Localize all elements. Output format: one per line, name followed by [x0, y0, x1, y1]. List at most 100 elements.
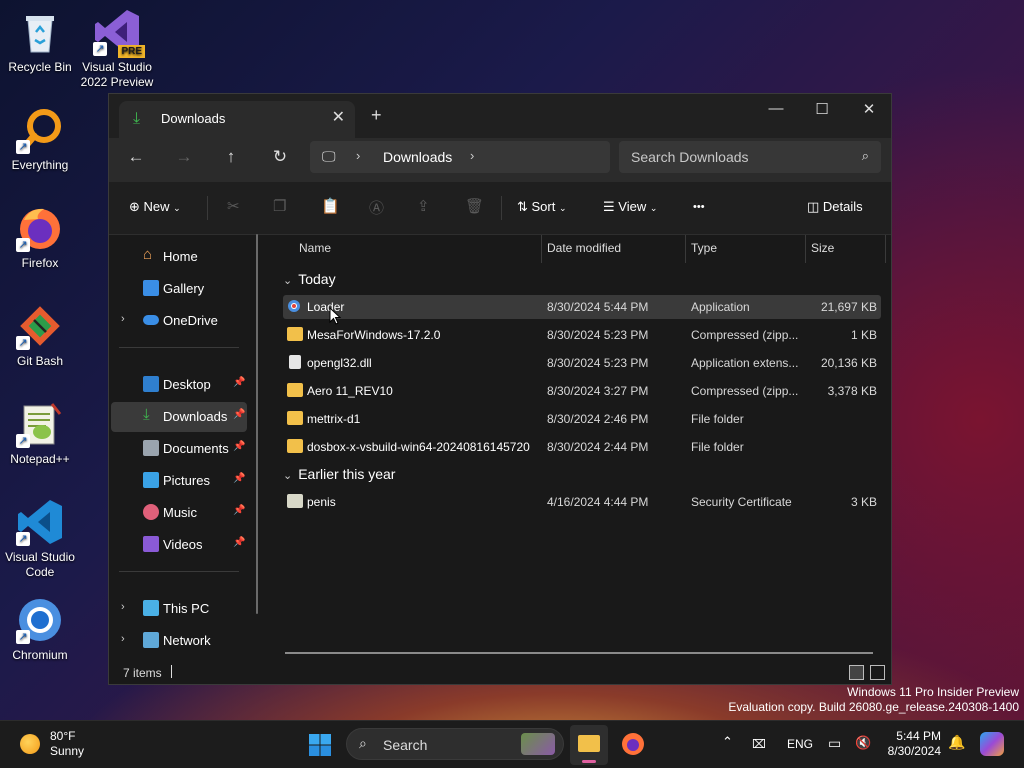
- nav-pane-scrollbar[interactable]: [256, 234, 258, 614]
- copilot-icon[interactable]: [980, 732, 1004, 756]
- desktop-icon-visual-studio-2022[interactable]: PRE ↗ Visual Studio 2022 Preview: [77, 8, 157, 90]
- nav-item-videos[interactable]: Videos 📌: [111, 530, 247, 560]
- rename-icon[interactable]: Ⓐ: [369, 197, 384, 218]
- copy-icon[interactable]: ❐: [273, 197, 286, 215]
- file-row[interactable]: opengl32.dll 8/30/2024 5:23 PM Applicati…: [283, 351, 881, 375]
- share-icon[interactable]: ⇪: [417, 197, 430, 215]
- pin-icon[interactable]: 📌: [233, 537, 245, 548]
- file-size: 3,378 KB: [827, 384, 877, 398]
- clock[interactable]: 5:44 PM 8/30/2024: [884, 729, 941, 759]
- tab-downloads[interactable]: ⤓ Downloads ✕: [119, 101, 355, 138]
- file-row[interactable]: penis 4/16/2024 4:44 PM Security Certifi…: [283, 490, 881, 514]
- shortcut-arrow-icon: ↗: [93, 42, 107, 56]
- tiles-view-button[interactable]: [870, 665, 885, 680]
- group-header-earlier-this-year[interactable]: ⌄ Earlier this year: [283, 466, 395, 482]
- breadcrumb-chevron-icon[interactable]: ›: [470, 148, 474, 163]
- taskbar-firefox[interactable]: [620, 731, 646, 757]
- sun-icon[interactable]: [20, 734, 40, 754]
- taskbar-search-input[interactable]: Search: [383, 737, 427, 753]
- new-button[interactable]: ⊕ New ⌄: [129, 199, 181, 215]
- breadcrumb-downloads[interactable]: Downloads: [383, 149, 452, 165]
- tab-close-icon[interactable]: ✕: [332, 107, 345, 127]
- cut-icon[interactable]: ✂: [227, 197, 240, 215]
- nav-item-home[interactable]: ⌂ Home: [111, 242, 247, 272]
- new-tab-button[interactable]: +: [371, 105, 382, 126]
- language-indicator[interactable]: ENG: [787, 737, 813, 751]
- download-icon: ⤓: [143, 406, 150, 423]
- column-separator[interactable]: [885, 235, 886, 263]
- more-options-button[interactable]: •••: [693, 201, 705, 213]
- breadcrumb-chevron-icon[interactable]: ›: [356, 148, 360, 163]
- chevron-right-icon[interactable]: ›: [121, 601, 125, 613]
- pin-icon[interactable]: 📌: [233, 473, 245, 484]
- details-view-button[interactable]: [849, 665, 864, 680]
- nav-item-gallery[interactable]: Gallery: [111, 274, 247, 304]
- column-separator[interactable]: [805, 235, 806, 263]
- forward-button[interactable]: →: [169, 147, 199, 167]
- back-button[interactable]: ←: [121, 147, 151, 167]
- notification-bell-icon[interactable]: 🔔: [948, 734, 965, 751]
- column-separator[interactable]: [541, 235, 542, 263]
- nav-item-downloads[interactable]: ⤓ Downloads 📌: [111, 402, 247, 432]
- close-window-button[interactable]: ✕: [846, 100, 892, 118]
- nav-label: Desktop: [163, 377, 211, 392]
- search-input[interactable]: Search Downloads: [631, 149, 749, 165]
- maximize-button[interactable]: ☐: [799, 100, 845, 118]
- nav-item-documents[interactable]: Documents 📌: [111, 434, 247, 464]
- show-hidden-icons-chevron-up-icon[interactable]: ⌃: [722, 734, 733, 750]
- desktop-icon-firefox[interactable]: ↗ Firefox: [0, 204, 80, 271]
- nav-item-this-pc[interactable]: › This PC: [111, 594, 247, 624]
- column-header-type[interactable]: Type: [691, 241, 717, 255]
- taskbar-search[interactable]: ⌕ Search: [346, 728, 564, 760]
- pin-icon[interactable]: 📌: [233, 505, 245, 516]
- column-header-name[interactable]: Name: [299, 241, 331, 255]
- sort-button[interactable]: ⇅ Sort ⌄: [517, 199, 567, 215]
- file-row[interactable]: Loader 8/30/2024 5:44 PM Application 21,…: [283, 295, 881, 319]
- minimize-button[interactable]: —: [753, 100, 799, 117]
- display-icon[interactable]: ▭: [828, 735, 841, 752]
- column-header-date-modified[interactable]: Date modified: [547, 241, 621, 255]
- nav-label: Network: [163, 633, 211, 648]
- desktop-icon-label: Visual Studio 2022 Preview: [80, 60, 154, 89]
- group-header-today[interactable]: ⌄ Today: [283, 271, 336, 287]
- details-pane-button[interactable]: ◫ Details: [807, 199, 863, 215]
- nav-item-network[interactable]: › Network: [111, 626, 247, 656]
- file-row[interactable]: MesaForWindows-17.2.0 8/30/2024 5:23 PM …: [283, 323, 881, 347]
- desktop-icon-chromium[interactable]: ↗ Chromium: [0, 596, 80, 663]
- folder-icon: [287, 439, 303, 453]
- file-row[interactable]: mettrix-d1 8/30/2024 2:46 PM File folder: [283, 407, 881, 431]
- up-button[interactable]: ↑: [216, 147, 246, 167]
- paste-icon[interactable]: 📋: [321, 197, 340, 215]
- nav-item-music[interactable]: Music 📌: [111, 498, 247, 528]
- nav-item-pictures[interactable]: Pictures 📌: [111, 466, 247, 496]
- desktop-icon-everything[interactable]: ↗ Everything: [0, 106, 80, 173]
- group-label: Earlier this year: [298, 466, 396, 482]
- chevron-right-icon[interactable]: ›: [121, 633, 125, 645]
- start-button[interactable]: [308, 733, 332, 757]
- file-row[interactable]: dosbox-x-vsbuild-win64-20240816145720 8/…: [283, 435, 881, 459]
- desktop-icon-git-bash[interactable]: ↗ Git Bash: [0, 302, 80, 369]
- search-box[interactable]: Search Downloads ⌕: [619, 141, 881, 173]
- pin-icon[interactable]: 📌: [233, 441, 245, 452]
- weather-widget[interactable]: 80°F Sunny: [50, 729, 84, 759]
- delete-icon[interactable]: 🗑: [465, 197, 484, 215]
- desktop-icon-recycle-bin[interactable]: Recycle Bin: [0, 8, 80, 75]
- chevron-right-icon[interactable]: ›: [121, 313, 125, 325]
- desktop-icon-vscode[interactable]: ↗ Visual Studio Code: [0, 498, 80, 580]
- nav-item-desktop[interactable]: Desktop 📌: [111, 370, 247, 400]
- refresh-button[interactable]: ↻: [265, 147, 295, 167]
- address-bar[interactable]: 🖵 › Downloads ›: [310, 141, 610, 173]
- view-label: View: [618, 199, 647, 214]
- desktop-icon-notepad-plus-plus[interactable]: ↗ Notepad++: [0, 400, 80, 467]
- view-button[interactable]: ☰ View ⌄: [603, 199, 657, 215]
- pin-icon[interactable]: 📌: [233, 409, 245, 420]
- pin-icon[interactable]: 📌: [233, 377, 245, 388]
- nav-item-onedrive[interactable]: › OneDrive: [111, 306, 247, 336]
- column-separator[interactable]: [685, 235, 686, 263]
- file-list-scrollbar[interactable]: [285, 652, 873, 654]
- taskbar-file-explorer[interactable]: [570, 725, 608, 765]
- volume-muted-icon[interactable]: 🔇: [855, 735, 871, 751]
- file-row[interactable]: Aero 11_REV10 8/30/2024 3:27 PM Compress…: [283, 379, 881, 403]
- network-disconnected-icon[interactable]: ⌧: [752, 737, 766, 751]
- column-header-size[interactable]: Size: [811, 241, 834, 255]
